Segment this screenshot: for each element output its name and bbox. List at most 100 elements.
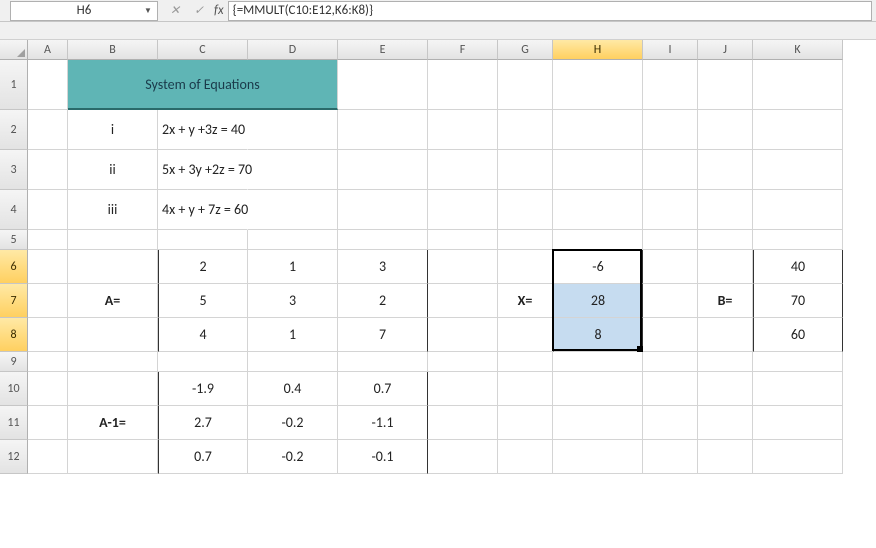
cell-D5[interactable] bbox=[248, 230, 338, 250]
cell-K11[interactable] bbox=[753, 406, 843, 440]
cell-C12[interactable]: 0.7 bbox=[158, 440, 248, 474]
cell-B8[interactable] bbox=[68, 318, 158, 352]
cell-I12[interactable] bbox=[643, 440, 698, 474]
cell-B10[interactable] bbox=[68, 372, 158, 406]
row-header-12[interactable]: 12 bbox=[0, 440, 28, 474]
row-header-8[interactable]: 8 bbox=[0, 318, 28, 352]
cell-G12[interactable] bbox=[498, 440, 553, 474]
cell-J5[interactable] bbox=[698, 230, 753, 250]
cell-A4[interactable] bbox=[28, 190, 68, 230]
cell-H9[interactable] bbox=[553, 352, 643, 372]
cell-H12[interactable] bbox=[553, 440, 643, 474]
cell-K9[interactable] bbox=[753, 352, 843, 372]
cell-B6[interactable] bbox=[68, 250, 158, 284]
col-header-J[interactable]: J bbox=[698, 40, 753, 60]
cell-E3[interactable] bbox=[338, 150, 428, 190]
cell-G10[interactable] bbox=[498, 372, 553, 406]
cell-I4[interactable] bbox=[643, 190, 698, 230]
cell-H2[interactable] bbox=[553, 110, 643, 150]
cell-A11[interactable] bbox=[28, 406, 68, 440]
cell-D9[interactable] bbox=[248, 352, 338, 372]
cell-K2[interactable] bbox=[753, 110, 843, 150]
cell-C6[interactable]: 2 bbox=[158, 250, 248, 284]
col-header-I[interactable]: I bbox=[643, 40, 698, 60]
cell-J1[interactable] bbox=[698, 60, 753, 110]
cell-G7[interactable]: X= bbox=[498, 284, 553, 318]
cell-B9[interactable] bbox=[68, 352, 158, 372]
cell-B3[interactable]: ii bbox=[68, 150, 158, 190]
cell-B2[interactable]: i bbox=[68, 110, 158, 150]
row-header-6[interactable]: 6 bbox=[0, 250, 28, 284]
cell-H5[interactable] bbox=[553, 230, 643, 250]
col-header-B[interactable]: B bbox=[68, 40, 158, 60]
col-header-F[interactable]: F bbox=[428, 40, 498, 60]
cell-J3[interactable] bbox=[698, 150, 753, 190]
cell-J10[interactable] bbox=[698, 372, 753, 406]
formula-bar[interactable]: {=MMULT(C10:E12,K6:K8)} bbox=[228, 1, 872, 21]
cell-F7[interactable] bbox=[428, 284, 498, 318]
name-box[interactable]: H6 ▼ bbox=[10, 1, 158, 21]
cell-A3[interactable] bbox=[28, 150, 68, 190]
cell-B1[interactable]: System of Equations bbox=[68, 60, 338, 110]
cell-H8[interactable]: 8 bbox=[553, 318, 643, 352]
select-all-corner[interactable] bbox=[0, 40, 28, 60]
cell-D8[interactable]: 1 bbox=[248, 318, 338, 352]
col-header-E[interactable]: E bbox=[338, 40, 428, 60]
name-box-dropdown-icon[interactable]: ▼ bbox=[141, 4, 155, 18]
cell-F9[interactable] bbox=[428, 352, 498, 372]
cell-E2[interactable] bbox=[338, 110, 428, 150]
cell-B11[interactable]: A-1= bbox=[68, 406, 158, 440]
cell-I9[interactable] bbox=[643, 352, 698, 372]
cell-I1[interactable] bbox=[643, 60, 698, 110]
cell-G5[interactable] bbox=[498, 230, 553, 250]
cell-K4[interactable] bbox=[753, 190, 843, 230]
cell-I10[interactable] bbox=[643, 372, 698, 406]
cell-A1[interactable] bbox=[28, 60, 68, 110]
cell-J9[interactable] bbox=[698, 352, 753, 372]
cell-C9[interactable] bbox=[158, 352, 248, 372]
cell-K8[interactable]: 60 bbox=[753, 318, 843, 352]
col-header-H[interactable]: H bbox=[553, 40, 643, 60]
cell-H3[interactable] bbox=[553, 150, 643, 190]
cell-C2[interactable]: 2x + y +3z = 40 bbox=[158, 110, 248, 150]
cell-B4[interactable]: iii bbox=[68, 190, 158, 230]
cell-G4[interactable] bbox=[498, 190, 553, 230]
cell-B5[interactable] bbox=[68, 230, 158, 250]
row-header-4[interactable]: 4 bbox=[0, 190, 28, 230]
cell-J2[interactable] bbox=[698, 110, 753, 150]
cell-A8[interactable] bbox=[28, 318, 68, 352]
cell-J7[interactable]: B= bbox=[698, 284, 753, 318]
cell-A6[interactable] bbox=[28, 250, 68, 284]
row-header-9[interactable]: 9 bbox=[0, 352, 28, 372]
cell-D2[interactable] bbox=[248, 110, 338, 150]
cell-G8[interactable] bbox=[498, 318, 553, 352]
cell-I2[interactable] bbox=[643, 110, 698, 150]
cell-C11[interactable]: 2.7 bbox=[158, 406, 248, 440]
row-header-7[interactable]: 7 bbox=[0, 284, 28, 318]
row-header-10[interactable]: 10 bbox=[0, 372, 28, 406]
row-header-3[interactable]: 3 bbox=[0, 150, 28, 190]
cell-A9[interactable] bbox=[28, 352, 68, 372]
cell-G6[interactable] bbox=[498, 250, 553, 284]
cell-D4[interactable] bbox=[248, 190, 338, 230]
cell-H7[interactable]: 28 bbox=[553, 284, 643, 318]
cell-J4[interactable] bbox=[698, 190, 753, 230]
cell-E12[interactable]: -0.1 bbox=[338, 440, 428, 474]
fx-icon[interactable]: fx bbox=[214, 3, 224, 18]
cell-K10[interactable] bbox=[753, 372, 843, 406]
cell-K5[interactable] bbox=[753, 230, 843, 250]
cell-K7[interactable]: 70 bbox=[753, 284, 843, 318]
cell-D3[interactable] bbox=[248, 150, 338, 190]
row-header-1[interactable]: 1 bbox=[0, 60, 28, 110]
col-header-C[interactable]: C bbox=[158, 40, 248, 60]
cell-D10[interactable]: 0.4 bbox=[248, 372, 338, 406]
cell-F1[interactable] bbox=[428, 60, 498, 110]
cell-I7[interactable] bbox=[643, 284, 698, 318]
cell-G9[interactable] bbox=[498, 352, 553, 372]
row-header-5[interactable]: 5 bbox=[0, 230, 28, 250]
cell-E10[interactable]: 0.7 bbox=[338, 372, 428, 406]
cell-H4[interactable] bbox=[553, 190, 643, 230]
cell-F3[interactable] bbox=[428, 150, 498, 190]
cell-D6[interactable]: 1 bbox=[248, 250, 338, 284]
cell-A2[interactable] bbox=[28, 110, 68, 150]
